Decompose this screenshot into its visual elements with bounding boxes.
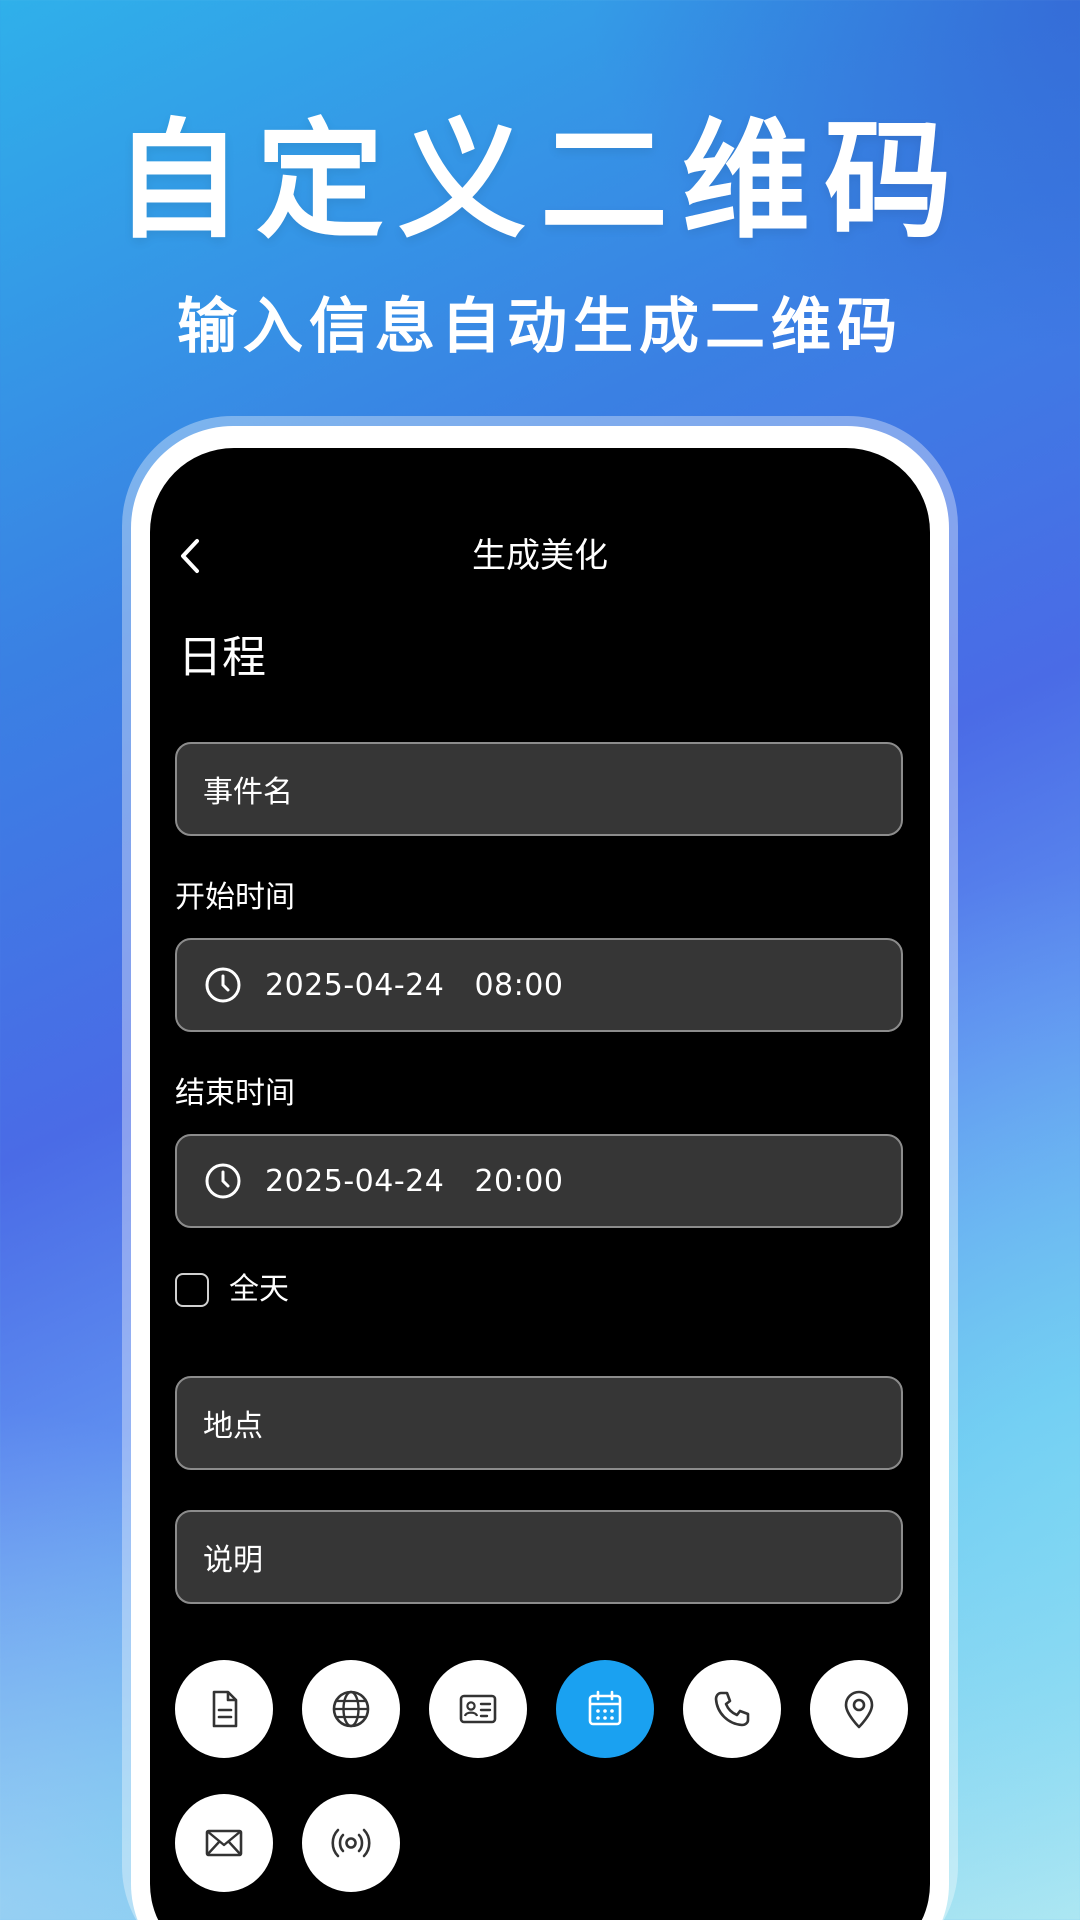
document-icon: [212, 1690, 238, 1728]
event-name-input[interactable]: 事件名: [175, 742, 903, 836]
type-phone-button[interactable]: [683, 1660, 781, 1758]
start-time-field[interactable]: 2025-04-24 08:00: [175, 938, 903, 1032]
type-calendar-button[interactable]: [556, 1660, 654, 1758]
type-url-button[interactable]: [302, 1660, 400, 1758]
mail-icon: [205, 1829, 243, 1857]
type-email-button[interactable]: [175, 1794, 273, 1892]
start-time-label: 开始时间: [175, 880, 295, 915]
all-day-toggle[interactable]: 全天: [175, 1270, 289, 1310]
start-time-value: 2025-04-24 08:00: [265, 967, 564, 1003]
promo-headline: 自定义二维码: [113, 107, 966, 256]
type-location-button[interactable]: [810, 1660, 908, 1758]
description-input[interactable]: 说明: [175, 1510, 903, 1604]
location-placeholder: 地点: [203, 1409, 263, 1444]
type-contact-button[interactable]: [429, 1660, 527, 1758]
phone-icon: [714, 1691, 750, 1727]
location-pin-icon: [844, 1690, 874, 1729]
end-time-label: 结束时间: [175, 1076, 295, 1111]
section-title: 日程: [178, 632, 266, 683]
all-day-label: 全天: [229, 1272, 289, 1307]
contact-card-icon: [459, 1694, 497, 1724]
broadcast-icon: [331, 1828, 371, 1858]
end-time-field[interactable]: 2025-04-24 20:00: [175, 1134, 903, 1228]
event-name-placeholder: 事件名: [203, 775, 293, 810]
all-day-checkbox[interactable]: [175, 1273, 209, 1307]
calendar-icon: [588, 1690, 622, 1726]
type-text-button[interactable]: [175, 1660, 273, 1758]
phone-screen: 生成美化 日程 事件名 开始时间 2025-04-24 08:00 结束时间 2…: [150, 448, 930, 1920]
promo-subheadline: 输入信息自动生成二维码: [177, 292, 903, 362]
clock-icon: [203, 1161, 243, 1201]
globe-icon: [332, 1690, 370, 1728]
type-wifi-button[interactable]: [302, 1794, 400, 1892]
description-placeholder: 说明: [203, 1543, 263, 1578]
page-title: 生成美化: [472, 536, 608, 576]
location-input[interactable]: 地点: [175, 1376, 903, 1470]
end-time-value: 2025-04-24 20:00: [265, 1163, 564, 1199]
clock-icon: [203, 965, 243, 1005]
